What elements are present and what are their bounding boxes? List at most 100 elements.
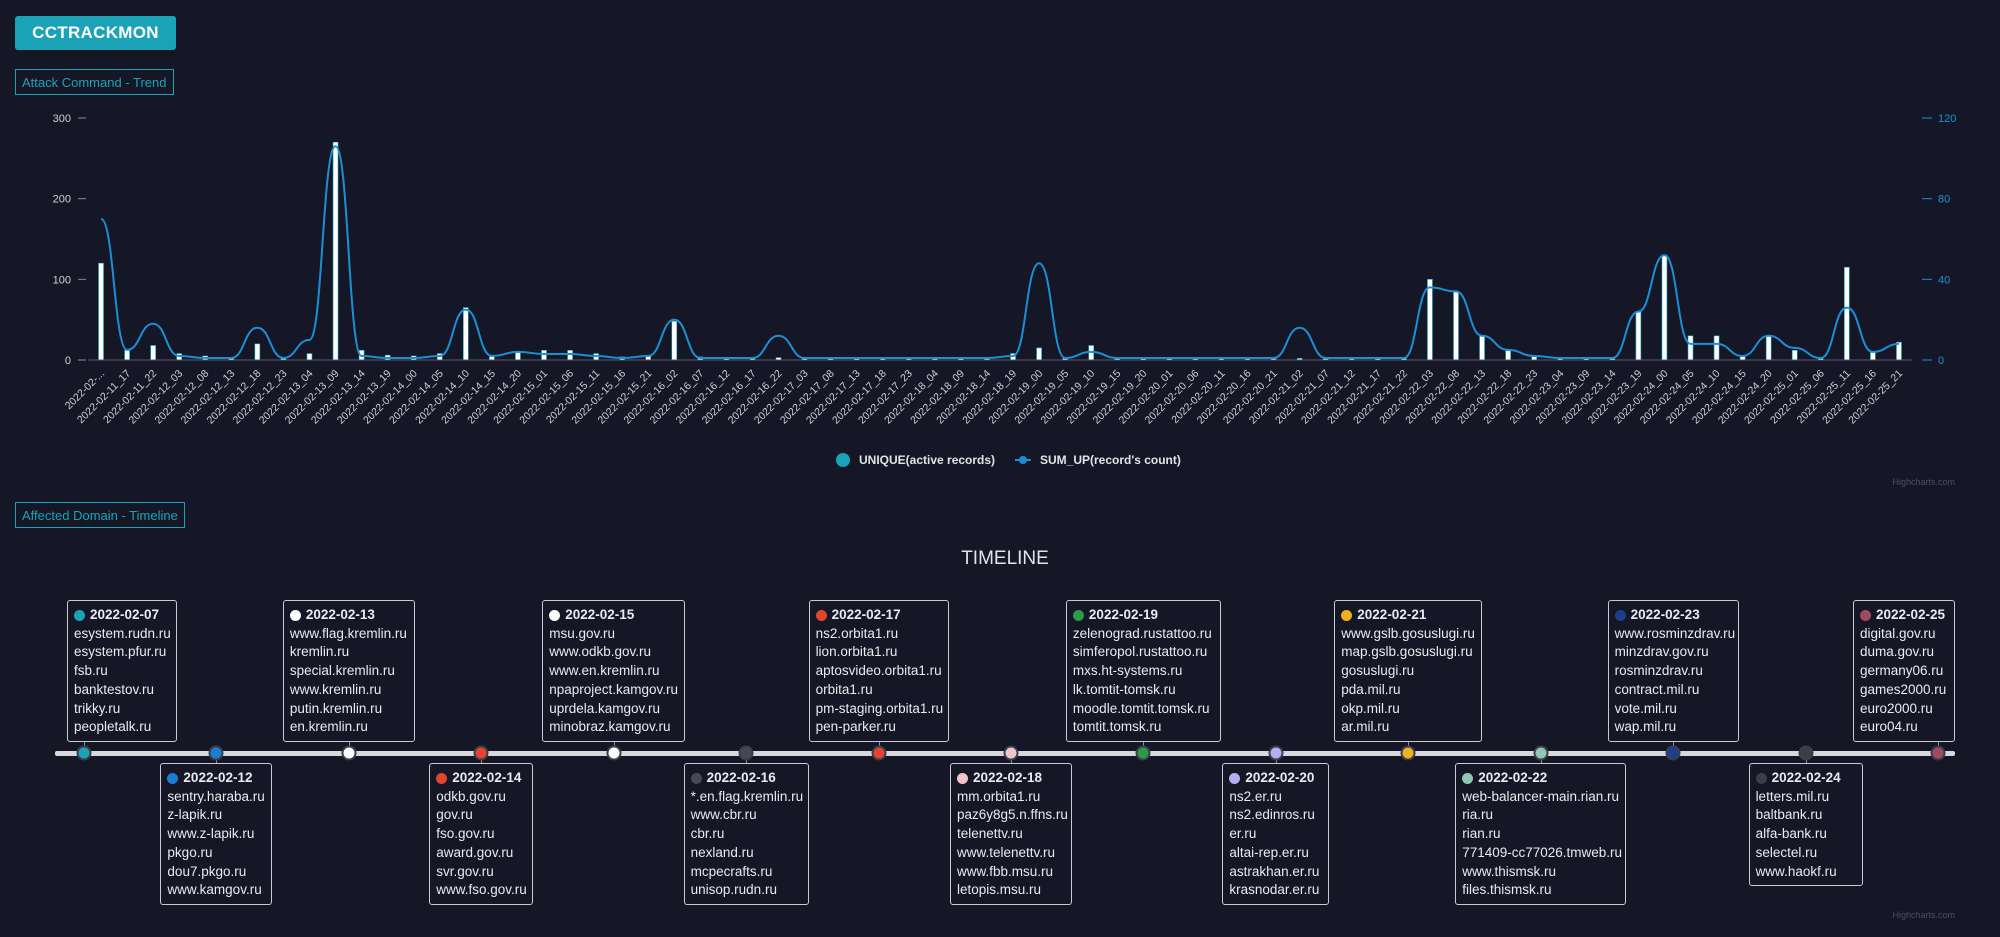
timeline-point[interactable] bbox=[738, 745, 754, 761]
event-color-dot-icon bbox=[1755, 772, 1767, 784]
affected-domain: letters.mil.ru bbox=[1755, 788, 1830, 804]
affected-domain: www.flag.kremlin.ru bbox=[289, 625, 407, 641]
timeline-point[interactable] bbox=[341, 745, 357, 761]
timeline-event-date: 2022-02-13 bbox=[305, 607, 375, 622]
timeline-point[interactable] bbox=[1533, 745, 1549, 761]
timeline-event-header: 2022-02-21 bbox=[1341, 606, 1475, 625]
timeline-event-card: 2022-02-22 web-balancer-main.rian.ru ria.r… bbox=[1455, 763, 1627, 905]
event-color-dot-icon bbox=[690, 772, 702, 784]
affected-domain: peopletalk.ru bbox=[74, 719, 152, 735]
timeline-point[interactable] bbox=[1930, 745, 1946, 761]
unique-bar bbox=[1687, 335, 1694, 361]
timeline-event-date: 2022-02-12 bbox=[183, 770, 253, 785]
y-left-tick-label: 300 bbox=[53, 113, 71, 125]
timeline-event-date: 2022-02-19 bbox=[1088, 607, 1158, 622]
unique-bar bbox=[306, 353, 313, 361]
affected-domain: selectel.ru bbox=[1755, 844, 1818, 860]
affected-domain: ns2.er.ru bbox=[1229, 788, 1282, 804]
unique-bar bbox=[1870, 351, 1876, 361]
event-color-dot-icon bbox=[1860, 609, 1871, 621]
legend-sum-marker bbox=[1019, 456, 1027, 464]
affected-domain: web-balancer-main.rian.ru bbox=[1462, 788, 1620, 804]
unique-bar bbox=[1427, 279, 1433, 361]
affected-domain: unisop.rudn.ru bbox=[690, 882, 777, 898]
timeline-point[interactable] bbox=[871, 745, 887, 761]
unique-bar bbox=[1713, 335, 1720, 361]
timeline-point[interactable] bbox=[1400, 745, 1416, 761]
unique-bar bbox=[98, 262, 104, 361]
affected-domain: z-lapik.ru bbox=[167, 807, 223, 823]
timeline-event-card: 2022-02-23 www.rosminzdrav.ru minzdrav.gov… bbox=[1607, 600, 1739, 742]
timeline-event-header: 2022-02-24 bbox=[1755, 769, 1856, 788]
affected-domain: npaproject.kamgov.ru bbox=[549, 681, 679, 697]
affected-domain: simferopol.rustattoo.ru bbox=[1072, 644, 1208, 660]
timeline-point[interactable] bbox=[1798, 745, 1814, 761]
affected-domain: www.fso.gov.ru bbox=[436, 882, 527, 898]
timeline-event-date: 2022-02-07 bbox=[90, 607, 160, 622]
event-color-dot-icon bbox=[1229, 772, 1241, 784]
unique-bar bbox=[463, 307, 469, 361]
timeline-section-label: Affected Domain - Timeline bbox=[15, 502, 185, 528]
timeline-event-card: 2022-02-24 letters.mil.ru baltbank.ru alfa-… bbox=[1748, 763, 1863, 887]
timeline-point[interactable] bbox=[76, 745, 92, 761]
timeline-point[interactable] bbox=[1135, 745, 1151, 761]
affected-domain: gov.ru bbox=[436, 807, 473, 823]
timeline-point[interactable] bbox=[1665, 745, 1681, 761]
timeline-event-date: 2022-02-17 bbox=[831, 607, 901, 622]
timeline-point[interactable] bbox=[1268, 745, 1284, 761]
event-color-dot-icon bbox=[74, 609, 85, 621]
affected-domain: rosminzdrav.ru bbox=[1614, 663, 1703, 679]
timeline-event-date: 2022-02-23 bbox=[1630, 607, 1700, 622]
affected-domain: germany06.ru bbox=[1860, 663, 1944, 679]
y-right-tick-label: 0 bbox=[1938, 355, 1944, 367]
affected-domain: aptosvideo.orbita1.ru bbox=[815, 663, 942, 679]
unique-bar bbox=[567, 350, 573, 361]
timeline-point[interactable] bbox=[606, 745, 622, 761]
event-color-dot-icon bbox=[289, 609, 301, 621]
legend-sum-label: SUM_UP(record's count) bbox=[1040, 453, 1181, 467]
affected-domain: fso.gov.ru bbox=[436, 826, 495, 842]
affected-domain: lk.tomtit-tomsk.ru bbox=[1072, 681, 1176, 697]
timeline-event-card: 2022-02-12 sentry.haraba.ru z-lapik.ru www.… bbox=[160, 763, 273, 905]
affected-domain: msu.gov.ru bbox=[549, 625, 615, 641]
timeline-event-date: 2022-02-16 bbox=[706, 770, 776, 785]
event-color-dot-icon bbox=[549, 609, 561, 621]
affected-domain: www.en.kremlin.ru bbox=[549, 663, 660, 679]
timeline-event-date: 2022-02-20 bbox=[1245, 770, 1315, 785]
event-color-dot-icon bbox=[1341, 609, 1353, 621]
affected-domain: www.haokf.ru bbox=[1755, 863, 1837, 879]
timeline-point[interactable] bbox=[1003, 745, 1019, 761]
timeline-event-date: 2022-02-15 bbox=[565, 607, 635, 622]
affected-domain: www.rosminzdrav.ru bbox=[1614, 625, 1736, 641]
affected-domain: gosuslugi.ru bbox=[1341, 663, 1415, 679]
chart-credit[interactable]: Highcharts.com bbox=[1892, 477, 1955, 487]
event-color-dot-icon bbox=[1072, 609, 1084, 621]
affected-domain: euro2000.ru bbox=[1860, 700, 1933, 716]
timeline-event-card: 2022-02-17 ns2.orbita1.ru lion.orbita1.ru a… bbox=[808, 600, 949, 742]
affected-domain: paz6y8g5.n.ffns.ru bbox=[957, 807, 1068, 823]
event-color-dot-icon bbox=[167, 772, 179, 784]
timeline-point[interactable] bbox=[473, 745, 489, 761]
affected-domain: games2000.ru bbox=[1860, 681, 1947, 697]
sum-up-series-line bbox=[100, 145, 1900, 359]
affected-domain: www.kremlin.ru bbox=[289, 681, 382, 697]
timeline-credit[interactable]: Highcharts.com bbox=[1892, 910, 1955, 920]
unique-bar bbox=[1791, 350, 1798, 361]
affected-domain: uprdela.kamgov.ru bbox=[549, 700, 661, 716]
affected-domain: krasnodar.er.ru bbox=[1229, 882, 1320, 898]
timeline-point[interactable] bbox=[208, 745, 224, 761]
unique-bar bbox=[124, 350, 130, 361]
app-logo-button[interactable]: CCTRACKMON bbox=[15, 16, 176, 50]
timeline-event-card: 2022-02-15 msu.gov.ru www.odkb.gov.ru www.e… bbox=[542, 600, 686, 742]
unique-bar bbox=[1036, 347, 1042, 361]
affected-domain: rian.ru bbox=[1462, 826, 1501, 842]
affected-domain: award.gov.ru bbox=[436, 844, 514, 860]
affected-domain: minobraz.kamgov.ru bbox=[549, 719, 671, 735]
y-left-tick-label: 100 bbox=[53, 274, 71, 286]
unique-bar bbox=[1635, 311, 1642, 361]
affected-domain: www.telenettv.ru bbox=[957, 844, 1056, 860]
affected-domain: putin.kremlin.ru bbox=[289, 700, 383, 716]
timeline-event-card: 2022-02-25 digital.gov.ru duma.gov.ru germa… bbox=[1853, 600, 1955, 742]
affected-domain: contract.mil.ru bbox=[1614, 681, 1700, 697]
unique-bar bbox=[541, 350, 547, 361]
